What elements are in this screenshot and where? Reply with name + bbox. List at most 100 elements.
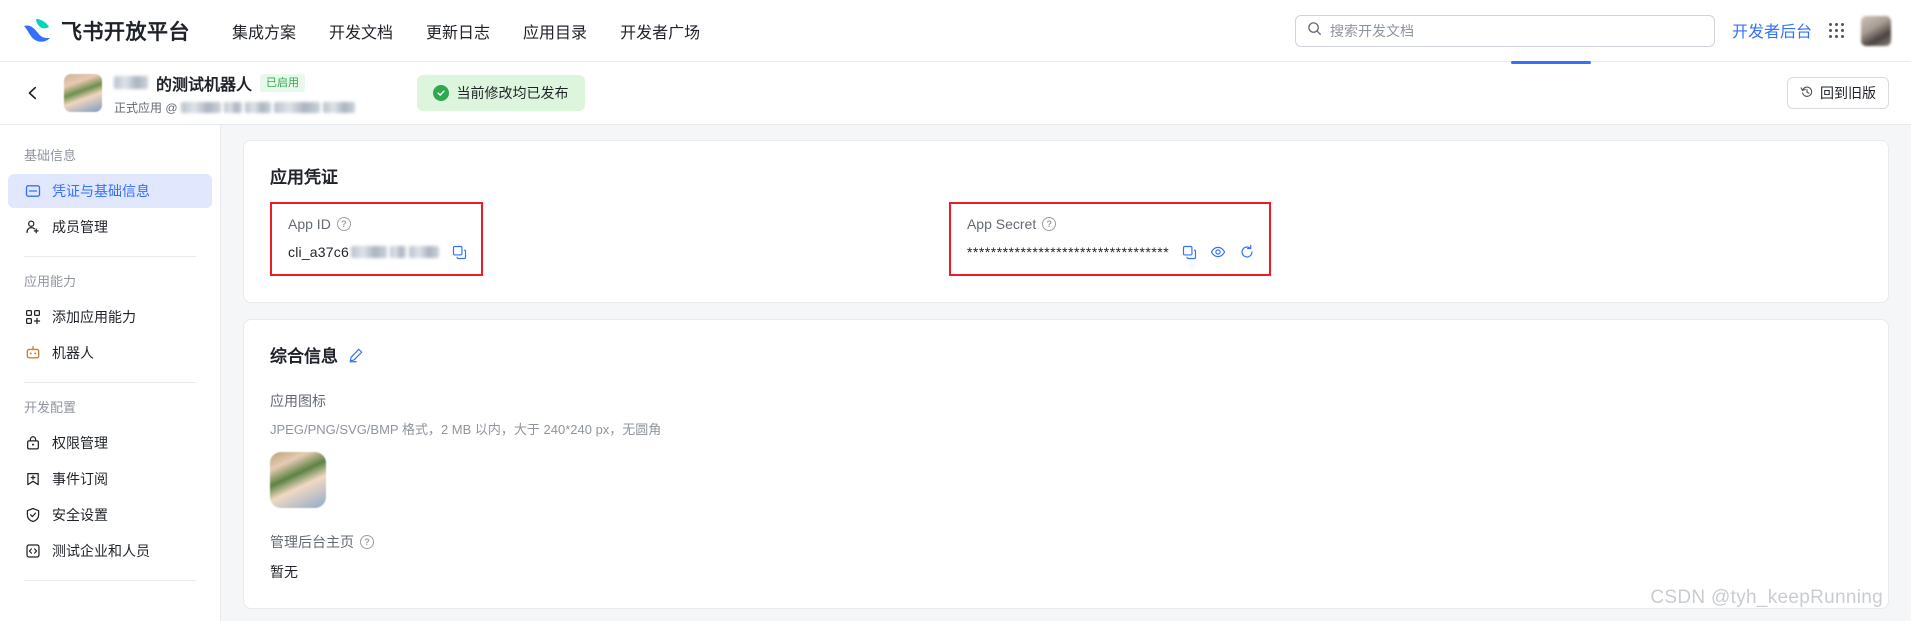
sidebar-item-members[interactable]: 成员管理 bbox=[8, 210, 212, 244]
sidebar-group-title-1: 应用能力 bbox=[24, 274, 77, 289]
nav-item-1[interactable]: 开发文档 bbox=[329, 19, 393, 43]
code-brackets-icon bbox=[24, 543, 41, 560]
brand-name: 飞书开放平台 bbox=[61, 20, 190, 44]
nav-item-0[interactable]: 集成方案 bbox=[232, 19, 296, 43]
admin-home-value: 暂无 bbox=[270, 564, 298, 580]
main-content: 应用凭证 App ID ? cli_a37c6 App Secret ? ***… bbox=[221, 125, 1911, 621]
shield-check-icon bbox=[24, 507, 41, 524]
sidebar-item-add-capability[interactable]: 添加应用能力 bbox=[8, 300, 212, 334]
dev-console-link[interactable]: 开发者后台 bbox=[1732, 18, 1812, 44]
sidebar: 基础信息 凭证与基础信息 成员管理 应用能力 添加应用能力 机器人 开发配置 权… bbox=[0, 125, 221, 621]
app-id-value: cli_a37c6 bbox=[288, 244, 439, 260]
app-id-block: App ID ? cli_a37c6 bbox=[270, 202, 483, 276]
brand[interactable]: 飞书开放平台 bbox=[22, 16, 190, 46]
nav-item-2[interactable]: 更新日志 bbox=[426, 19, 490, 43]
credentials-card-title: 应用凭证 bbox=[270, 168, 338, 187]
masked-id-1 bbox=[180, 101, 221, 113]
add-capability-icon bbox=[24, 309, 41, 326]
app-secret-label: App Secret bbox=[966, 216, 1037, 232]
copy-icon[interactable] bbox=[452, 245, 467, 260]
sidebar-divider bbox=[24, 580, 196, 581]
user-avatar[interactable] bbox=[1861, 15, 1891, 46]
pencil-edit-icon[interactable] bbox=[348, 347, 364, 363]
robot-icon bbox=[24, 345, 41, 362]
lock-icon bbox=[24, 435, 41, 452]
app-type-line: 正式应用 @ bbox=[114, 99, 355, 116]
app-title-row: 的测试机器人 已启用 bbox=[114, 71, 355, 95]
sidebar-item-robot[interactable]: 机器人 bbox=[8, 336, 212, 370]
app-id-masked-3 bbox=[408, 246, 439, 258]
credentials-icon bbox=[24, 183, 41, 200]
publish-status-pill: 当前修改均已发布 bbox=[416, 75, 585, 111]
search-placeholder: 搜索开发文档 bbox=[1329, 22, 1414, 39]
main-nav: 集成方案 开发文档 更新日志 应用目录 开发者广场 bbox=[232, 19, 700, 43]
question-mark-icon[interactable]: ? bbox=[360, 535, 374, 549]
refresh-icon[interactable] bbox=[1239, 244, 1255, 260]
credentials-card: 应用凭证 App ID ? cli_a37c6 App Secret ? ***… bbox=[243, 140, 1889, 303]
old-version-label: 回到旧版 bbox=[1820, 85, 1876, 101]
sidebar-item-test-org[interactable]: 测试企业和人员 bbox=[8, 534, 212, 568]
eye-icon[interactable] bbox=[1210, 244, 1226, 260]
admin-home-label: 管理后台主页 bbox=[270, 534, 354, 550]
top-header: 飞书开放平台 集成方案 开发文档 更新日志 应用目录 开发者广场 搜索开发文档 … bbox=[0, 0, 1911, 62]
question-mark-icon[interactable]: ? bbox=[336, 217, 351, 231]
app-id-value-text: cli_a37c6 bbox=[288, 244, 349, 260]
app-id-value-row: cli_a37c6 bbox=[288, 244, 467, 260]
app-grid-icon[interactable] bbox=[1829, 23, 1844, 38]
search-icon bbox=[1307, 21, 1322, 41]
sidebar-item-label: 测试企业和人员 bbox=[52, 543, 150, 559]
sidebar-item-label: 凭证与基础信息 bbox=[52, 183, 150, 199]
copy-icon[interactable] bbox=[1182, 245, 1197, 260]
bookmark-plus-icon bbox=[24, 471, 41, 488]
app-secret-block: App Secret ? ***************************… bbox=[948, 202, 1272, 276]
sidebar-item-label: 权限管理 bbox=[52, 435, 108, 451]
app-type-label: 正式应用 @ bbox=[114, 100, 178, 115]
sidebar-group-title-2: 开发配置 bbox=[24, 400, 77, 415]
header-right: 搜索开发文档 开发者后台 bbox=[1294, 14, 1891, 47]
nav-item-3[interactable]: 应用目录 bbox=[523, 19, 587, 43]
app-id-label: App ID bbox=[288, 216, 331, 232]
info-card: 综合信息 应用图标 JPEG/PNG/SVG/BMP 格式，2 MB 以内，大于… bbox=[243, 319, 1889, 609]
sidebar-item-label: 事件订阅 bbox=[52, 471, 108, 487]
sidebar-item-security[interactable]: 安全设置 bbox=[8, 498, 212, 532]
app-id-masked-2 bbox=[389, 246, 406, 258]
sidebar-divider bbox=[24, 382, 196, 383]
credentials-row: App ID ? cli_a37c6 App Secret ? ********… bbox=[270, 202, 1862, 276]
search-input[interactable]: 搜索开发文档 bbox=[1294, 14, 1715, 47]
admin-home-label-row: 管理后台主页 ? bbox=[270, 532, 1862, 552]
check-circle-icon bbox=[432, 85, 449, 101]
app-avatar-image bbox=[64, 74, 102, 112]
publish-status-text: 当前修改均已发布 bbox=[456, 85, 569, 101]
active-tab-indicator bbox=[1511, 61, 1591, 64]
masked-id-5 bbox=[322, 101, 355, 113]
watermark: CSDN @tyh_keepRunning bbox=[1650, 587, 1883, 608]
feishu-logo-icon bbox=[22, 17, 52, 45]
app-icon-label: 应用图标 bbox=[270, 393, 326, 409]
sidebar-item-label: 机器人 bbox=[52, 345, 94, 361]
app-meta: 的测试机器人 已启用 正式应用 @ bbox=[114, 71, 355, 116]
layout-spacer bbox=[483, 202, 949, 276]
question-mark-icon[interactable]: ? bbox=[1042, 217, 1057, 231]
sidebar-item-credentials[interactable]: 凭证与基础信息 bbox=[8, 174, 212, 208]
history-clock-icon bbox=[1800, 85, 1814, 102]
info-card-header: 综合信息 bbox=[270, 342, 1862, 367]
chevron-left-icon[interactable] bbox=[22, 82, 44, 104]
sidebar-item-label: 成员管理 bbox=[52, 219, 108, 235]
app-icon-preview[interactable] bbox=[270, 452, 326, 508]
sidebar-item-label: 安全设置 bbox=[52, 507, 108, 523]
sidebar-item-events[interactable]: 事件订阅 bbox=[8, 462, 212, 496]
masked-name-prefix bbox=[114, 76, 148, 89]
nav-item-4[interactable]: 开发者广场 bbox=[620, 19, 700, 43]
member-add-icon bbox=[24, 219, 41, 236]
sidebar-item-label: 添加应用能力 bbox=[52, 309, 136, 325]
sidebar-item-permissions[interactable]: 权限管理 bbox=[8, 426, 212, 460]
masked-id-4 bbox=[273, 101, 320, 113]
old-version-button[interactable]: 回到旧版 bbox=[1787, 77, 1889, 109]
page-title: 的测试机器人 bbox=[156, 76, 253, 94]
masked-id-3 bbox=[244, 101, 271, 113]
app-secret-label-row: App Secret ? bbox=[967, 216, 1255, 232]
app-secret-value-row: ********************************** bbox=[967, 244, 1255, 260]
masked-id-2 bbox=[223, 101, 242, 113]
app-icon-hint: JPEG/PNG/SVG/BMP 格式，2 MB 以内，大于 240*240 p… bbox=[270, 422, 662, 437]
app-id-masked-1 bbox=[350, 246, 387, 258]
